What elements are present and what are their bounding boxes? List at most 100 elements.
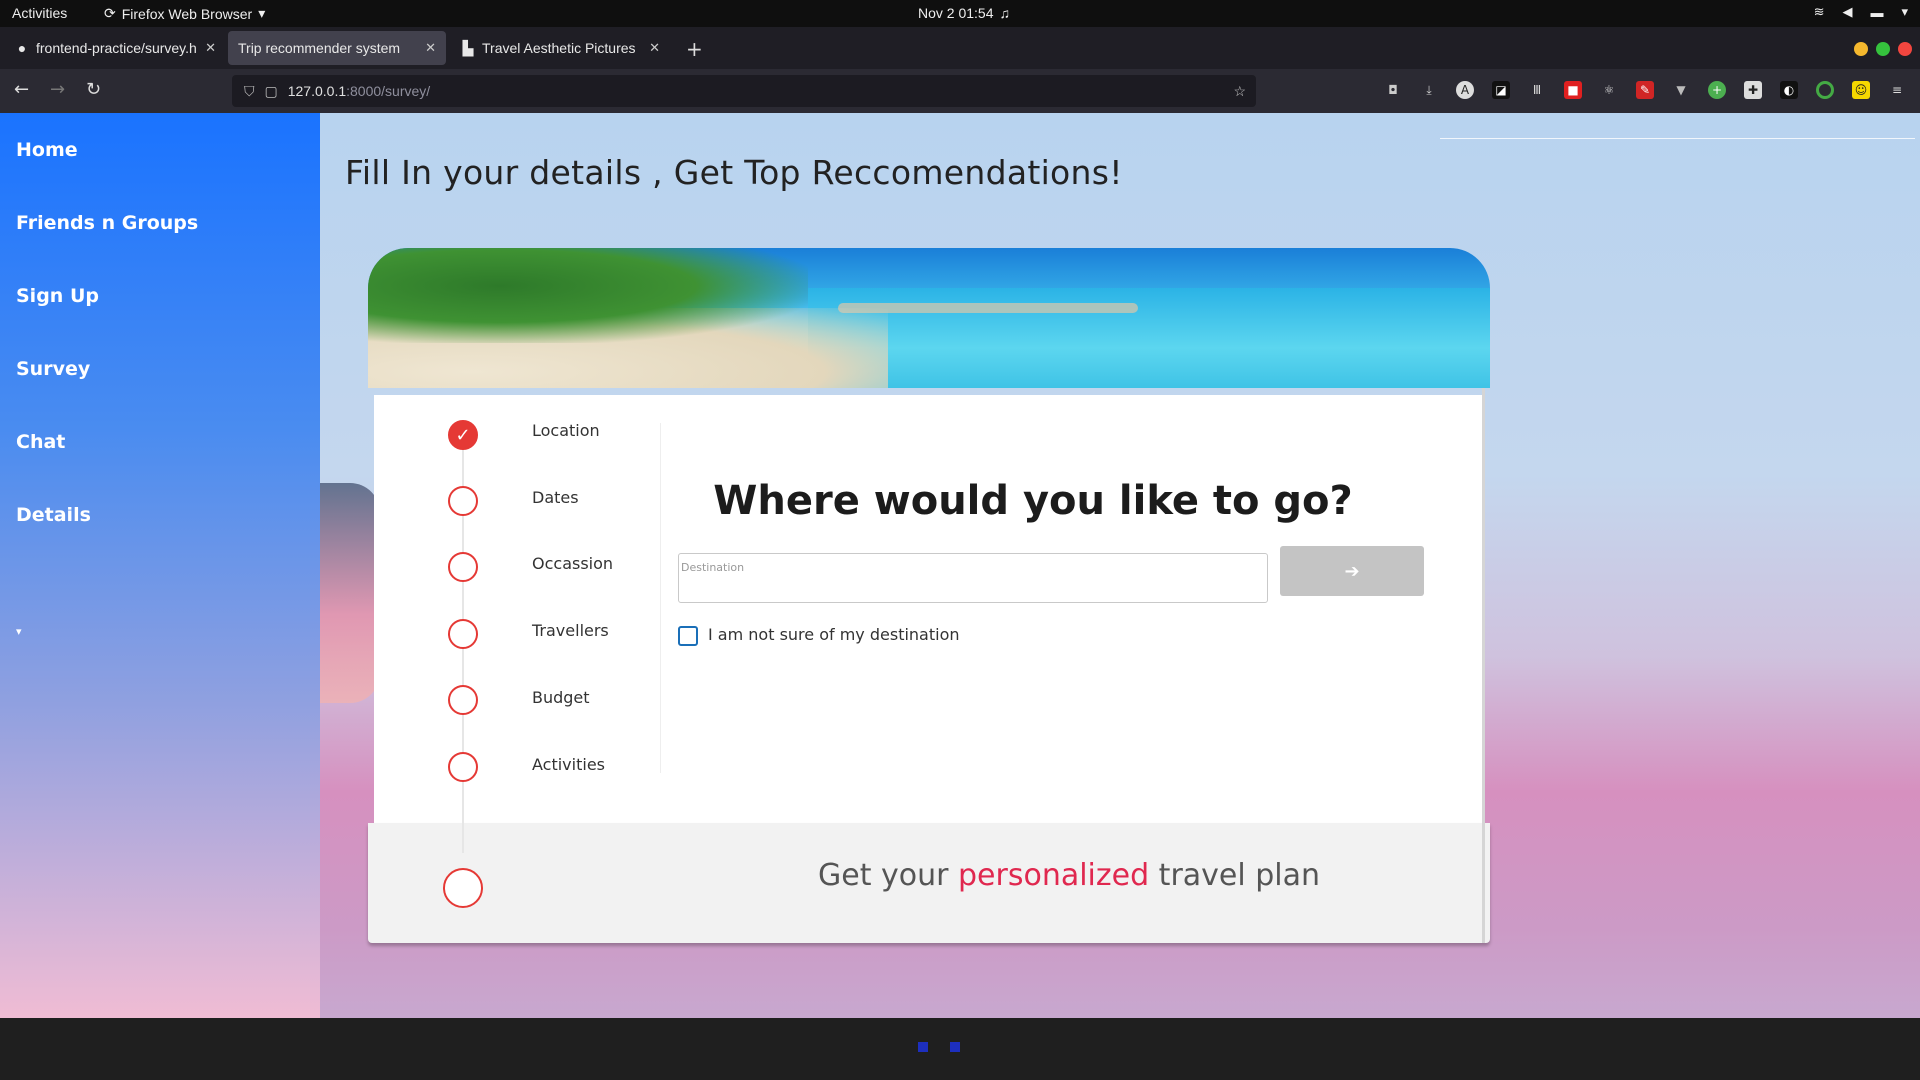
indicator-icon	[918, 1042, 928, 1052]
tools-extension-icon[interactable]: ✚	[1744, 81, 1762, 99]
pocket-icon[interactable]: ◘	[1384, 81, 1402, 99]
tab-label: Travel Aesthetic Pictures	[482, 40, 636, 56]
battery-icon: ▬	[1870, 4, 1884, 20]
shield-icon: ⛉	[244, 82, 255, 99]
next-button[interactable]: ➔	[1280, 546, 1424, 596]
beach-banner-image	[368, 248, 1490, 388]
step-circle-dates[interactable]	[448, 486, 478, 516]
step-label-budget[interactable]: Budget	[532, 688, 590, 707]
tab-label: frontend-practice/survey.h	[36, 40, 197, 56]
tab-strip: ● frontend-practice/survey.h ✕ Trip reco…	[0, 27, 1920, 69]
tagline-accent: personalized	[958, 858, 1150, 893]
url-host: 127.0.0.1	[287, 83, 347, 99]
sidebar-item-details[interactable]: Details	[16, 504, 91, 526]
page-icon: ▢	[264, 82, 278, 99]
extension-icon[interactable]: ◪	[1492, 81, 1510, 99]
tab-travel-aesthetic[interactable]: ▙ Travel Aesthetic Pictures ✕	[450, 31, 670, 65]
minimize-button[interactable]	[1854, 42, 1868, 56]
react-devtools-icon[interactable]: ⚛	[1600, 81, 1618, 99]
close-icon[interactable]: ✕	[197, 40, 216, 56]
step-check-icon[interactable]: ✓	[448, 420, 478, 450]
forward-arrow-icon[interactable]: →	[50, 79, 65, 100]
caret-down-icon[interactable]: ▾	[16, 625, 22, 638]
tab-label: Trip recommender system	[238, 40, 401, 56]
sidebar-item-sign-up[interactable]: Sign Up	[16, 285, 99, 307]
sidebar: Home Friends n Groups Sign Up Survey Cha…	[0, 113, 320, 1018]
lock-extension-icon[interactable]: ■	[1564, 81, 1582, 99]
page-title: Fill In your details , Get Top Reccomend…	[345, 153, 1123, 192]
step-label-dates[interactable]: Dates	[532, 488, 579, 507]
shield-extension-icon[interactable]: ▼	[1672, 81, 1690, 99]
final-step-circle	[443, 868, 483, 908]
wifi-icon: ≋	[1813, 4, 1825, 19]
maximize-button[interactable]	[1876, 42, 1890, 56]
window-controls	[1854, 42, 1912, 56]
step-circle-travellers[interactable]	[448, 619, 478, 649]
clock[interactable]: Nov 2 01:54 ♫	[918, 5, 1010, 21]
system-tray[interactable]: ≋ ◀ ▬ ▾	[1814, 4, 1908, 20]
step-circle-budget[interactable]	[448, 685, 478, 715]
chevron-down-icon: ▾	[1901, 4, 1908, 19]
navigation-toolbar: ← → ↻ ⛉ ▢ 127.0.0.1 :8000/survey/ ☆ ◘ ⤓ …	[0, 69, 1920, 113]
question-heading: Where would you like to go?	[713, 478, 1353, 524]
indicator-icon	[950, 1042, 960, 1052]
url-bar[interactable]: ⛉ ▢ 127.0.0.1 :8000/survey/ ☆	[232, 75, 1256, 107]
step-circle-occassion[interactable]	[448, 552, 478, 582]
sidebar-item-home[interactable]: Home	[16, 139, 78, 161]
app-menu[interactable]: ⟳ Firefox Web Browser ▾	[104, 5, 265, 22]
not-sure-checkbox[interactable]	[678, 626, 698, 646]
bottom-strip	[0, 1018, 1920, 1080]
step-label-occassion[interactable]: Occassion	[532, 554, 613, 573]
firefox-icon: ⟳	[104, 5, 116, 21]
site-icon: ▙	[462, 39, 474, 56]
main-content: Fill In your details , Get Top Reccomend…	[320, 113, 1920, 1018]
chevron-down-icon: ▾	[258, 5, 266, 21]
destination-input[interactable]: Destination	[678, 553, 1268, 603]
tab-frontend-practice[interactable]: ● frontend-practice/survey.h ✕	[4, 31, 226, 65]
extension-toolbar: ◘ ⤓ A ◪ Ⅲ ■ ⚛ ✎ ▼ + ✚ ◐ ☺ ≡	[1384, 81, 1906, 99]
clock-text: Nov 2 01:54	[918, 5, 994, 21]
color-picker-icon[interactable]	[1816, 81, 1834, 99]
ruler-extension-icon[interactable]: Ⅲ	[1528, 81, 1546, 99]
new-tab-icon[interactable]: +	[686, 37, 703, 61]
dark-mode-extension-icon[interactable]: ◐	[1780, 81, 1798, 99]
emoji-extension-icon[interactable]: ☺	[1852, 81, 1870, 99]
sidebar-item-chat[interactable]: Chat	[16, 431, 65, 453]
account-icon[interactable]: A	[1456, 81, 1474, 99]
bookmark-star-icon[interactable]: ☆	[1233, 83, 1246, 100]
card-shadow-edge	[1482, 388, 1485, 943]
step-label-activities[interactable]: Activities	[532, 755, 605, 774]
sidebar-item-survey[interactable]: Survey	[16, 358, 90, 380]
step-label-travellers[interactable]: Travellers	[532, 621, 609, 640]
activities-button[interactable]: Activities	[12, 5, 67, 21]
tab-trip-recommender[interactable]: Trip recommender system ✕	[228, 31, 446, 65]
url-path: :8000/survey/	[346, 83, 431, 99]
app-name: Firefox Web Browser	[121, 5, 253, 22]
steps-divider	[660, 423, 661, 773]
close-window-button[interactable]	[1898, 42, 1912, 56]
step-circle-activities[interactable]	[448, 752, 478, 782]
plus-extension-icon[interactable]: +	[1708, 81, 1726, 99]
download-icon[interactable]: ⤓	[1420, 81, 1438, 99]
step-label-location[interactable]: Location	[532, 421, 600, 440]
banner-trees	[368, 248, 808, 343]
sidebar-item-friends-n-groups[interactable]: Friends n Groups	[16, 212, 198, 234]
volume-icon: ◀	[1842, 4, 1853, 19]
divider	[1440, 138, 1915, 139]
survey-card: ✓ Location Dates Occassion Travellers Bu…	[368, 248, 1490, 943]
bottom-indicators	[918, 1042, 960, 1052]
tagline: Get your personalized travel plan	[818, 858, 1320, 893]
not-sure-label[interactable]: I am not sure of my destination	[708, 625, 960, 644]
reload-icon[interactable]: ↻	[86, 79, 101, 100]
alarm-icon: ♫	[999, 5, 1011, 21]
system-top-bar: Activities ⟳ Firefox Web Browser ▾ Nov 2…	[0, 0, 1920, 27]
close-icon[interactable]: ✕	[417, 40, 436, 56]
tagline-suffix: travel plan	[1149, 858, 1321, 893]
close-icon[interactable]: ✕	[641, 40, 660, 56]
tagline-prefix: Get your	[818, 858, 958, 893]
page-viewport: Home Friends n Groups Sign Up Survey Cha…	[0, 113, 1920, 1018]
hamburger-menu-icon[interactable]: ≡	[1888, 81, 1906, 99]
destination-placeholder: Destination	[681, 561, 745, 574]
back-arrow-icon[interactable]: ←	[14, 79, 29, 100]
pen-extension-icon[interactable]: ✎	[1636, 81, 1654, 99]
